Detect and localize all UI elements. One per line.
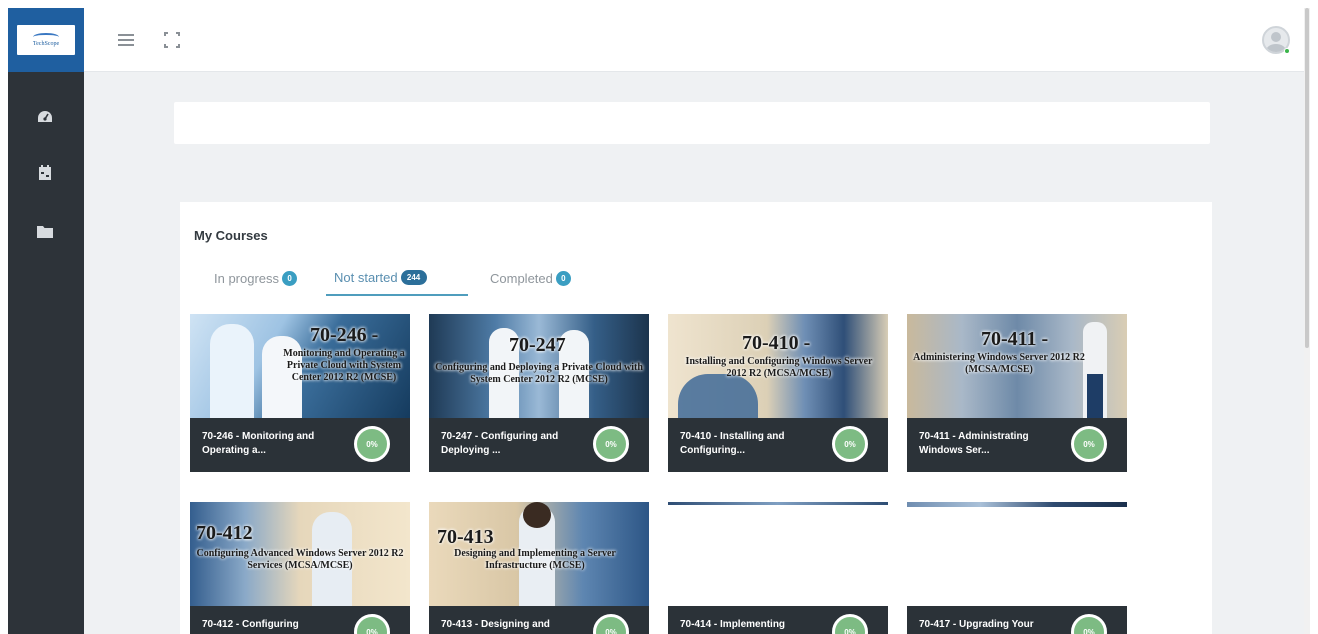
- thumbnail-subtitle: Administering Windows Server 2012 R2 (MC…: [913, 352, 1085, 375]
- course-caption: 70-411 - Administrating Windows Ser... 0…: [907, 418, 1127, 472]
- progress-badge: 0%: [593, 614, 629, 634]
- progress-badge: 0%: [1071, 614, 1107, 634]
- course-thumbnail: 70-410 - Installing and Configuring Wind…: [668, 314, 888, 418]
- course-caption: 70-247 - Configuring and Deploying ... 0…: [429, 418, 649, 472]
- online-status-dot: [1284, 48, 1290, 54]
- progress-badge: 0%: [832, 614, 868, 634]
- thumbnail-code: 70-412: [196, 522, 253, 544]
- thumbnail-subtitle: Configuring Advanced Windows Server 2012…: [196, 548, 404, 571]
- course-caption: 70-410 - Installing and Configuring... 0…: [668, 418, 888, 472]
- course-card[interactable]: 70-410 - Installing and Configuring Wind…: [668, 314, 888, 472]
- thumbnail-subtitle: Installing and Configuring Windows Serve…: [685, 356, 873, 379]
- course-thumbnail: [907, 502, 1127, 606]
- tab-not-started[interactable]: Not started 244: [326, 260, 468, 296]
- thumbnail-subtitle: Designing and Implementing a Server Infr…: [454, 548, 616, 571]
- page-scrollbar[interactable]: [1304, 8, 1310, 634]
- tab-count-badge: 0: [555, 270, 571, 286]
- folder-icon[interactable]: [36, 222, 54, 240]
- course-title: 70-247 - Configuring and Deploying ...: [441, 431, 559, 456]
- expand-icon[interactable]: [164, 32, 180, 48]
- thumbnail-code: 70-411 -: [981, 328, 1049, 350]
- my-courses-panel: My Courses In progress 0 Not started 244…: [180, 202, 1212, 634]
- logo-text: TechScope: [32, 40, 60, 47]
- course-thumbnail: 70-247 Configuring and Deploying a Priva…: [429, 314, 649, 418]
- course-caption: 70-412 - Configuring 0%: [190, 606, 410, 634]
- app-window: TechScope My Courses In progress 0 Not s…: [8, 8, 1310, 634]
- logo-arc: [33, 32, 59, 41]
- tab-label: In progress: [214, 270, 280, 286]
- progress-badge: 0%: [832, 426, 868, 462]
- panel-title: My Courses: [194, 228, 268, 243]
- course-card[interactable]: 70-413 Designing and Implementing a Serv…: [429, 502, 649, 634]
- hamburger-icon[interactable]: [118, 34, 134, 46]
- course-card[interactable]: 70-412 Configuring Advanced Windows Serv…: [190, 502, 410, 634]
- progress-badge: 0%: [354, 614, 390, 634]
- tab-completed[interactable]: Completed 0: [482, 260, 579, 296]
- course-card[interactable]: 70-247 Configuring and Deploying a Priva…: [429, 314, 649, 472]
- calendar-icon[interactable]: [36, 164, 54, 182]
- course-title: 70-412 - Configuring: [202, 619, 299, 630]
- course-title: 70-417 - Upgrading Your: [919, 619, 1034, 630]
- top-navbar: [84, 8, 1310, 72]
- course-card[interactable]: 70-414 - Implementing 0%: [668, 502, 888, 634]
- course-thumbnail: 70-246 - Monitoring and Operating a Priv…: [190, 314, 410, 418]
- course-thumbnail: 70-412 Configuring Advanced Windows Serv…: [190, 502, 410, 606]
- course-thumbnail: [668, 502, 888, 606]
- logo-container[interactable]: TechScope: [8, 8, 84, 72]
- progress-badge: 0%: [354, 426, 390, 462]
- tab-label: Not started: [334, 269, 398, 285]
- course-title: 70-413 - Designing and: [441, 619, 550, 630]
- course-card[interactable]: 70-411 - Administering Windows Server 20…: [907, 314, 1127, 472]
- thumbnail-code: 70-246 -: [310, 324, 379, 346]
- course-caption: 70-417 - Upgrading Your 0%: [907, 606, 1127, 634]
- progress-badge: 0%: [593, 426, 629, 462]
- course-caption: 70-414 - Implementing 0%: [668, 606, 888, 634]
- course-thumbnail: 70-411 - Administering Windows Server 20…: [907, 314, 1127, 418]
- course-title: 70-411 - Administrating Windows Ser...: [919, 431, 1029, 456]
- course-title: 70-414 - Implementing: [680, 619, 786, 630]
- scrollbar-thumb[interactable]: [1305, 8, 1309, 348]
- breadcrumb-bar: [174, 102, 1210, 144]
- thumbnail-subtitle: Monitoring and Operating a Private Cloud…: [283, 348, 405, 383]
- course-card[interactable]: 70-246 - Monitoring and Operating a Priv…: [190, 314, 410, 472]
- progress-badge: 0%: [1071, 426, 1107, 462]
- tab-in-progress[interactable]: In progress 0: [206, 260, 305, 296]
- course-thumbnail: 70-413 Designing and Implementing a Serv…: [429, 502, 649, 606]
- thumbnail-code: 70-410 -: [742, 332, 811, 354]
- thumbnail-code: 70-413: [437, 526, 494, 548]
- course-title: 70-246 - Monitoring and Operating a...: [202, 431, 315, 456]
- dashboard-icon[interactable]: [36, 108, 54, 126]
- tab-label: Completed: [490, 270, 553, 286]
- course-title: 70-410 - Installing and Configuring...: [680, 431, 785, 456]
- course-caption: 70-246 - Monitoring and Operating a... 0…: [190, 418, 410, 472]
- thumbnail-code: 70-247: [509, 334, 566, 356]
- tab-count-badge: 0: [282, 270, 298, 286]
- logo: TechScope: [17, 25, 75, 55]
- course-tabs: In progress 0 Not started 244 Completed …: [180, 260, 1212, 296]
- course-card[interactable]: 70-417 - Upgrading Your 0%: [907, 502, 1127, 634]
- thumbnail-subtitle: Configuring and Deploying a Private Clou…: [435, 362, 643, 385]
- sidebar: TechScope: [8, 8, 84, 634]
- tab-count-badge: 244: [400, 269, 427, 285]
- course-caption: 70-413 - Designing and 0%: [429, 606, 649, 634]
